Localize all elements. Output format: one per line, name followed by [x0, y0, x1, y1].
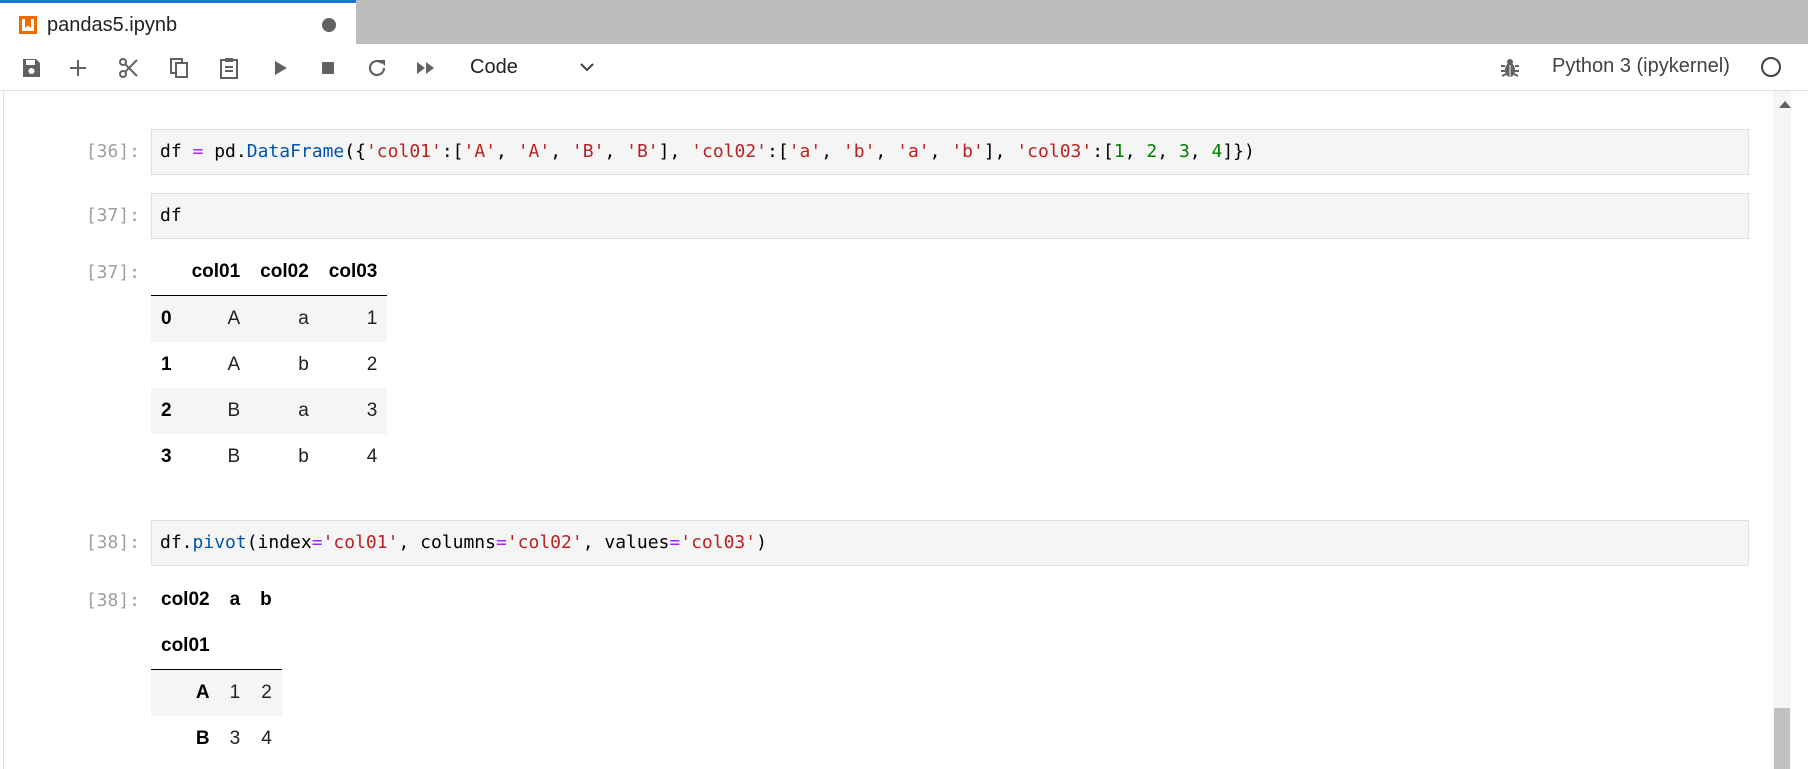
table-row: 3 B b 4: [151, 434, 387, 480]
kernel-idle-status-icon: [1761, 57, 1781, 77]
run-icon[interactable]: [268, 56, 292, 80]
dataframe-output-37: col01 col02 col03 0 A a 1 1 A b 2 2 B a: [151, 249, 388, 480]
chevron-down-icon: [576, 56, 598, 78]
column-header: a: [229, 589, 241, 610]
output-prompt: [38]:: [85, 590, 140, 611]
table-cell: b: [298, 354, 309, 375]
code-line: df: [160, 205, 182, 226]
save-icon[interactable]: [19, 56, 43, 80]
table-cell: 1: [366, 308, 378, 329]
column-header: col03: [328, 261, 378, 282]
scroll-up-arrow-icon[interactable]: [1779, 101, 1791, 108]
unsaved-dot-icon[interactable]: [322, 18, 336, 32]
column-header: col01: [191, 261, 241, 282]
code-cell-37[interactable]: df: [151, 193, 1749, 239]
code-cell-38[interactable]: df.pivot(index='col01', columns='col02',…: [151, 520, 1749, 566]
debugger-bug-icon[interactable]: [1498, 56, 1522, 80]
input-prompt: [38]:: [85, 532, 140, 553]
table-row: 1 A b 2: [151, 342, 387, 388]
column-header: b: [260, 589, 272, 610]
pivot-output-38: col02 a b col01 A 1 2 B 3 4: [151, 577, 282, 762]
table-cell: a: [298, 400, 309, 421]
table-cell: b: [298, 446, 309, 467]
add-cell-icon[interactable]: [66, 56, 90, 80]
row-index: 3: [161, 446, 172, 467]
table-row: 2 B a 3: [151, 388, 388, 434]
code-cell-36[interactable]: df = pd.DataFrame({'col01':['A', 'A', 'B…: [151, 129, 1749, 175]
index-name-header: col01: [161, 635, 210, 656]
row-index: A: [195, 682, 210, 703]
table-cell: 2: [261, 682, 272, 703]
table-row: B 3 4: [151, 716, 282, 762]
row-index: 2: [161, 400, 172, 421]
table-cell: 4: [261, 728, 272, 749]
vertical-scrollbar[interactable]: [1773, 91, 1791, 769]
table-cell: a: [298, 308, 309, 329]
table-cell: B: [227, 400, 241, 421]
table-cell: 1: [229, 682, 241, 703]
stop-icon[interactable]: [316, 56, 340, 80]
input-prompt: [37]:: [85, 205, 140, 226]
tab-title: pandas5.ipynb: [47, 14, 178, 36]
table-cell: B: [227, 446, 241, 467]
columns-name-header: col02: [161, 589, 210, 610]
paste-icon[interactable]: [217, 56, 241, 80]
row-index: B: [195, 728, 210, 749]
table-cell: A: [227, 354, 241, 375]
kernel-name[interactable]: Python 3 (ipykernel): [1552, 55, 1730, 78]
tab-bar: pandas5.ipynb: [0, 0, 1808, 44]
column-header: col02: [260, 261, 309, 282]
notebook-tab[interactable]: pandas5.ipynb: [0, 0, 356, 44]
notebook-panel: [36]: df = pd.DataFrame({'col01':['A', '…: [3, 91, 1791, 769]
row-index: 0: [161, 308, 172, 329]
run-all-icon[interactable]: [414, 56, 438, 80]
index-header: [151, 249, 182, 296]
table-row: 0 A a 1: [151, 295, 388, 342]
input-prompt: [36]:: [85, 141, 140, 162]
table-cell: 3: [229, 728, 241, 749]
table-cell: 3: [366, 400, 378, 421]
table-row: A 1 2: [151, 669, 282, 716]
cell-type-select[interactable]: Code: [462, 52, 602, 82]
table-cell: A: [227, 308, 241, 329]
row-index: 1: [161, 354, 172, 375]
table-cell: 2: [366, 354, 378, 375]
cut-icon[interactable]: [117, 56, 141, 80]
table-cell: 4: [366, 446, 378, 467]
cell-type-label: Code: [470, 56, 518, 78]
copy-icon[interactable]: [167, 56, 191, 80]
notebook-toolbar: Code Python 3 (ipykernel): [0, 44, 1808, 91]
output-prompt: [37]:: [85, 262, 140, 283]
notebook-icon: [19, 16, 37, 34]
code-line: df.pivot(index='col01', columns='col02',…: [160, 532, 767, 553]
code-line: df = pd.DataFrame({'col01':['A', 'A', 'B…: [160, 141, 1255, 162]
scrollbar-thumb[interactable]: [1774, 708, 1790, 769]
restart-icon[interactable]: [365, 56, 389, 80]
